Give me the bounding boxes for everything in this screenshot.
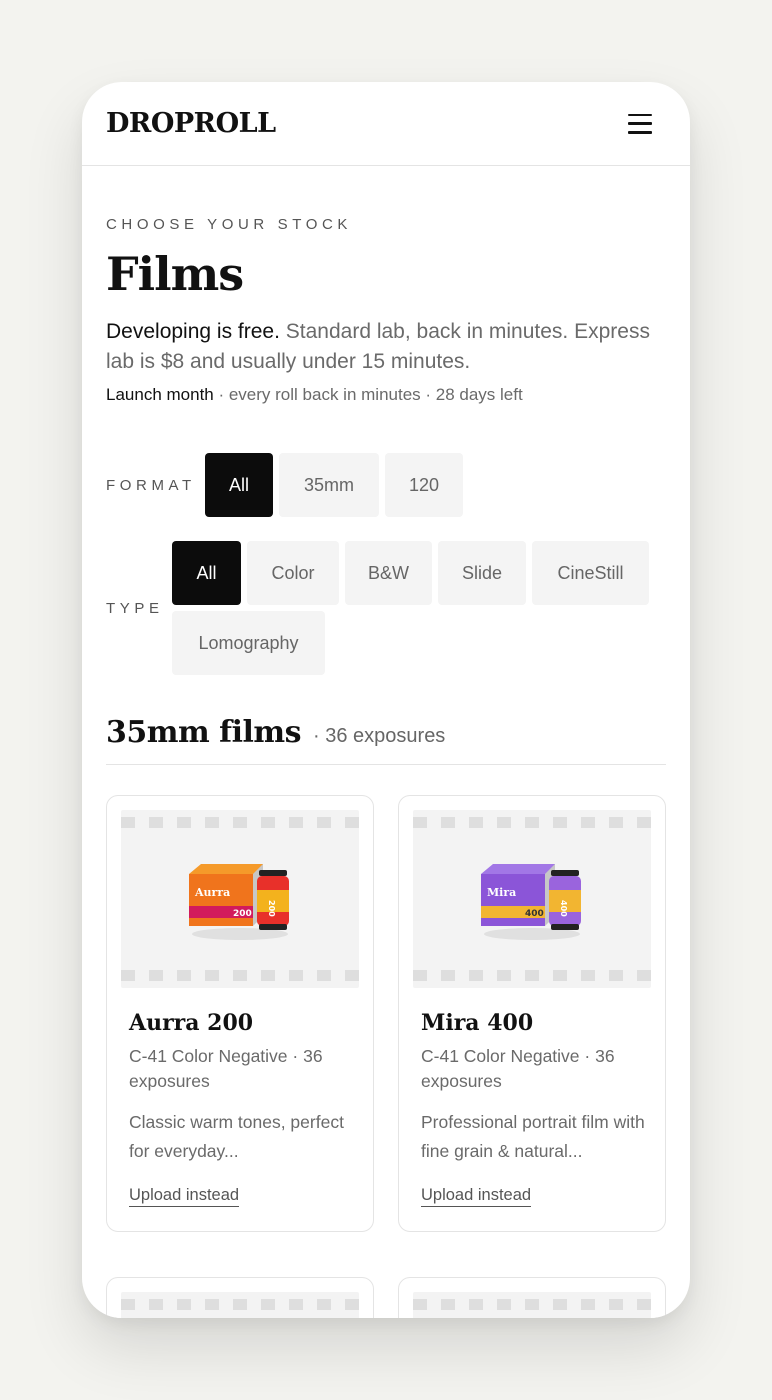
film-perforations bbox=[121, 1299, 359, 1310]
main-content: CHOOSE YOUR STOCK Films Developing is fr… bbox=[82, 216, 690, 1318]
format-chip-35mm[interactable]: 35mm bbox=[279, 453, 379, 517]
film-box-speed: 200 bbox=[233, 909, 252, 919]
section-title: 35mm films bbox=[106, 715, 302, 750]
type-chip-color[interactable]: Color bbox=[247, 541, 339, 605]
page-eyebrow: CHOOSE YOUR STOCK bbox=[106, 216, 353, 233]
brand-logo[interactable]: DROPROLL bbox=[106, 108, 276, 139]
type-chip-all[interactable]: All bbox=[172, 541, 241, 605]
format-filter-label: FORMAT bbox=[106, 476, 196, 494]
film-meta: C-41 Color Negative · 36 exposures bbox=[129, 1046, 323, 1091]
film-card[interactable]: Aurra 200 200 Aurra 200 C-41 Color Negat… bbox=[106, 795, 374, 1232]
promo-bold: Launch month bbox=[106, 385, 214, 404]
film-perforations bbox=[413, 970, 651, 981]
section-header: 35mm films · 36 exposures bbox=[106, 715, 666, 765]
film-pack-image: Aurra 200 200 bbox=[189, 864, 289, 940]
menu-icon[interactable] bbox=[628, 113, 652, 134]
upload-instead-link[interactable]: Upload instead bbox=[129, 1186, 240, 1207]
film-grid: Aurra 200 200 Aurra 200 C-41 Color Negat… bbox=[106, 795, 666, 1318]
intro-bold: Developing is free. bbox=[106, 320, 280, 343]
film-card[interactable] bbox=[398, 1277, 666, 1318]
film-meta: C-41 Color Negative · 36 exposures bbox=[421, 1046, 615, 1091]
film-box-label: Aurra bbox=[194, 886, 230, 899]
intro-text: Developing is free. Standard lab, back i… bbox=[106, 317, 666, 377]
promo-text: Launch month · every roll back in minute… bbox=[106, 385, 666, 405]
type-chip-slide[interactable]: Slide bbox=[438, 541, 526, 605]
type-chip-group: All Color B&W Slide CineStill Lomography bbox=[172, 541, 652, 675]
type-chip-bw[interactable]: B&W bbox=[345, 541, 432, 605]
film-strip: Mira 400 400 bbox=[413, 810, 651, 988]
film-card[interactable]: Mira 400 400 Mira 400 C-41 Color Negativ… bbox=[398, 795, 666, 1232]
upload-instead-link[interactable]: Upload instead bbox=[421, 1186, 532, 1207]
film-perforations bbox=[413, 817, 651, 828]
page-title: Films bbox=[106, 247, 244, 301]
film-box-label: Mira bbox=[487, 886, 516, 899]
phone-frame: DROPROLL CHOOSE YOUR STOCK Films Develop… bbox=[82, 82, 690, 1318]
type-filter-label: TYPE bbox=[106, 600, 164, 617]
film-name: Aurra 200 bbox=[129, 1010, 254, 1036]
film-strip bbox=[121, 1292, 359, 1318]
film-name: Mira 400 bbox=[421, 1010, 534, 1036]
format-filter: FORMAT All 35mm 120 bbox=[106, 453, 666, 517]
film-strip: Aurra 200 200 bbox=[121, 810, 359, 988]
film-pack-image: Mira 400 400 bbox=[481, 864, 581, 940]
film-perforations bbox=[121, 970, 359, 981]
film-description: Professional portrait film with fine gra… bbox=[421, 1112, 645, 1161]
film-card[interactable] bbox=[106, 1277, 374, 1318]
promo-rest: · every roll back in minutes · 28 days l… bbox=[213, 385, 523, 404]
film-box-top bbox=[189, 864, 263, 874]
type-filter: TYPE All Color B&W Slide CineStill Lomog… bbox=[106, 541, 666, 675]
film-description: Classic warm tones, perfect for everyday… bbox=[129, 1112, 344, 1161]
menu-icon-bar bbox=[628, 131, 652, 134]
section-subtitle: · 36 exposures bbox=[313, 725, 446, 747]
film-perforations bbox=[413, 1299, 651, 1310]
film-perforations bbox=[121, 817, 359, 828]
type-chip-lomography[interactable]: Lomography bbox=[172, 611, 325, 675]
film-canister-speed: 200 bbox=[267, 900, 276, 917]
format-chip-120[interactable]: 120 bbox=[385, 453, 463, 517]
type-chip-cinestill[interactable]: CineStill bbox=[532, 541, 649, 605]
app-header: DROPROLL bbox=[82, 82, 690, 166]
type-chip-row: All Color B&W Slide CineStill bbox=[172, 541, 652, 605]
film-strip bbox=[413, 1292, 651, 1318]
film-canister-speed: 400 bbox=[559, 900, 568, 917]
format-chip-all[interactable]: All bbox=[205, 453, 273, 517]
menu-icon-bar bbox=[628, 122, 652, 125]
menu-icon-bar bbox=[628, 113, 652, 116]
film-box-speed: 400 bbox=[525, 909, 544, 919]
film-box-top bbox=[481, 864, 555, 874]
